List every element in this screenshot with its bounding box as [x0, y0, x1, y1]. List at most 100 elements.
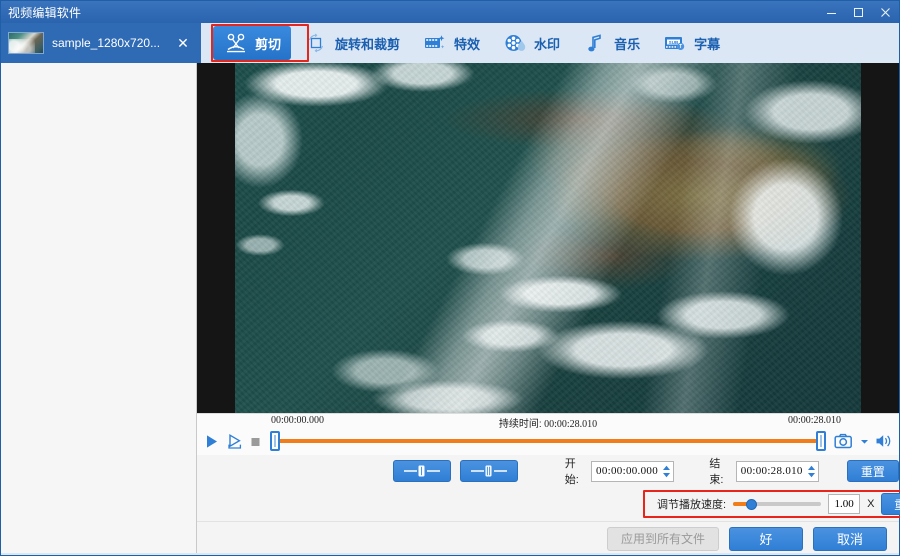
play-selection-button[interactable] [226, 433, 243, 450]
status-line [1, 553, 899, 555]
chevron-up-icon [662, 465, 671, 471]
timeline-end-label: 00:00:28.010 [788, 415, 841, 426]
minimize-icon [826, 7, 837, 18]
timeline-track[interactable] [270, 431, 826, 451]
video-preview[interactable] [197, 63, 899, 413]
title-bar: 视频编辑软件 [1, 1, 899, 23]
start-time-label: 开始: [565, 455, 588, 487]
tab-cut-label: 剪切 [255, 34, 281, 53]
chevron-down-icon [662, 472, 671, 478]
volume-button[interactable] [875, 433, 893, 449]
stop-icon [249, 435, 262, 448]
video-editor-window: 视频编辑软件 sample_128 [0, 0, 900, 556]
tab-subtitles[interactable]: SUB T 字幕 [652, 26, 730, 60]
play-button[interactable] [203, 433, 220, 450]
volume-icon [875, 433, 893, 449]
main-area: 00:00:00.000 持续时间: 00:00:28.010 00:00:28… [1, 63, 899, 555]
timeline-duration-prefix: 持续时间: [499, 419, 542, 430]
chevron-up-icon [807, 465, 816, 471]
speed-controls: 调节播放速度: 1.00 X 重置 [643, 490, 900, 518]
stop-button[interactable] [249, 435, 262, 448]
speed-slider[interactable] [733, 496, 821, 512]
video-frame-image [235, 63, 861, 413]
timeline-duration-value: 00:00:28.010 [544, 419, 597, 430]
music-note-icon [582, 31, 608, 55]
file-tab-area: sample_1280x720... ✕ [1, 23, 201, 63]
set-end-marker-icon [467, 464, 511, 478]
close-icon [880, 7, 891, 18]
tab-watermark[interactable]: 水印 [492, 26, 570, 60]
close-button[interactable] [872, 1, 899, 23]
set-end-marker-button[interactable] [460, 460, 518, 482]
tab-effects-label: 特效 [454, 34, 480, 53]
timeline-handle-end[interactable] [816, 431, 826, 451]
footer: 应用到所有文件 好 取消 [197, 521, 899, 555]
timeline-start-label: 00:00:00.000 [271, 415, 324, 426]
trim-row: 开始: 00:00:00.000 结束: 00:00:28.010 [197, 455, 899, 487]
tab-effects[interactable]: 特效 [412, 26, 490, 60]
speed-value-input[interactable]: 1.00 [828, 494, 860, 514]
trim-reset-button[interactable]: 重置 [847, 460, 899, 482]
subtitle-sub-icon: SUB T [662, 31, 688, 55]
timeline-track-fill [278, 439, 818, 443]
snapshot-button[interactable] [834, 433, 854, 450]
watermark-reel-icon [502, 31, 528, 55]
scissors-icon [223, 31, 249, 55]
timeline: 00:00:00.000 持续时间: 00:00:28.010 00:00:28… [197, 413, 899, 455]
timeline-handle-start[interactable] [270, 431, 280, 451]
rotate-crop-icon [303, 31, 329, 55]
speed-label: 调节播放速度: [657, 496, 726, 512]
tab-watermark-label: 水印 [534, 34, 560, 53]
maximize-button[interactable] [845, 1, 872, 23]
svg-text:T: T [679, 44, 682, 50]
file-tab-close-icon[interactable]: ✕ [175, 35, 191, 52]
file-list-panel[interactable] [1, 63, 197, 555]
snapshot-dropdown-button[interactable] [860, 437, 869, 446]
play-icon [203, 433, 220, 450]
chevron-down-icon [860, 437, 869, 446]
speed-row: 调节播放速度: 1.00 X 重置 [197, 487, 899, 521]
tab-rotate-crop[interactable]: 旋转和裁剪 [293, 26, 410, 60]
video-grain-layer [235, 63, 861, 413]
speed-unit-label: X [867, 498, 874, 510]
letterbox-left [197, 63, 235, 413]
file-tab[interactable]: sample_1280x720... ✕ [1, 23, 197, 63]
letterbox-right [861, 63, 899, 413]
tab-music[interactable]: 音乐 [572, 26, 650, 60]
end-time-stepper[interactable] [807, 465, 816, 478]
set-start-marker-button[interactable] [393, 460, 451, 482]
stage: 00:00:00.000 持续时间: 00:00:28.010 00:00:28… [197, 63, 899, 555]
svg-text:SUB: SUB [669, 40, 679, 45]
file-tab-label: sample_1280x720... [52, 36, 167, 50]
start-time-value: 00:00:00.000 [596, 465, 658, 477]
minimize-button[interactable] [818, 1, 845, 23]
tab-toolbar-row: sample_1280x720... ✕ 剪切 [1, 23, 899, 63]
tab-rotate-crop-label: 旋转和裁剪 [335, 34, 400, 53]
tab-subtitles-label: 字幕 [694, 34, 720, 53]
speed-reset-button[interactable]: 重置 [881, 493, 900, 515]
chevron-down-icon [807, 472, 816, 478]
set-start-marker-icon [400, 464, 444, 478]
camera-snapshot-icon [834, 433, 854, 450]
toolbar: 剪切 旋转和裁剪 [205, 23, 899, 63]
effects-film-icon [422, 31, 448, 55]
timeline-duration: 持续时间: 00:00:28.010 [499, 415, 597, 430]
end-time-label: 结束: [709, 455, 732, 487]
window-title: 视频编辑软件 [1, 4, 81, 21]
end-time-value: 00:00:28.010 [741, 465, 803, 477]
file-thumbnail [8, 32, 44, 54]
start-time-input[interactable]: 00:00:00.000 [591, 461, 674, 482]
window-controls [818, 1, 899, 23]
end-time-input[interactable]: 00:00:28.010 [736, 461, 819, 482]
cancel-button[interactable]: 取消 [813, 527, 887, 551]
timeline-controls [203, 428, 893, 454]
tab-cut[interactable]: 剪切 [213, 26, 291, 60]
ok-button[interactable]: 好 [729, 527, 803, 551]
start-time-stepper[interactable] [662, 465, 671, 478]
apply-to-all-button: 应用到所有文件 [607, 527, 719, 551]
maximize-icon [853, 7, 864, 18]
timeline-labels: 00:00:00.000 持续时间: 00:00:28.010 00:00:28… [203, 414, 893, 428]
tab-music-label: 音乐 [614, 34, 640, 53]
play-selection-icon [226, 433, 243, 450]
speed-slider-knob[interactable] [746, 499, 757, 510]
